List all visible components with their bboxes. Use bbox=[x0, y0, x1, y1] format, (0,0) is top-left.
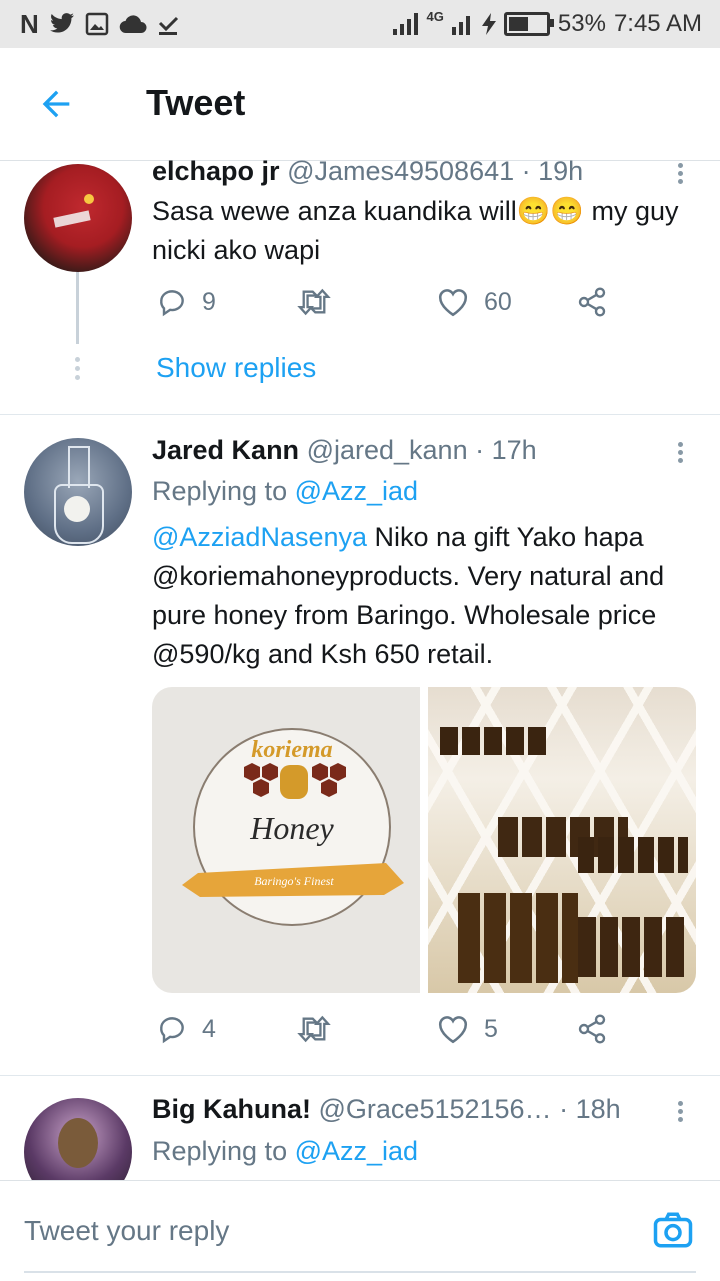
tweet-text: Sasa wewe anza kuandika will😁😁 my guy ni… bbox=[152, 192, 692, 270]
reply-composer: Tweet your reply bbox=[0, 1180, 720, 1281]
reply-count: 4 bbox=[202, 1014, 216, 1043]
display-name[interactable]: Jared Kann bbox=[152, 435, 299, 465]
like-button[interactable]: 5 bbox=[436, 1013, 498, 1045]
tweet-item[interactable]: Jared Kann @jared_kann · 17h Replying to… bbox=[0, 415, 720, 1075]
like-button[interactable]: 60 bbox=[436, 286, 512, 318]
tweet-item[interactable]: elchapo jr @James49508641 · 19h Sasa wew… bbox=[0, 156, 720, 415]
heart-icon bbox=[438, 1016, 468, 1044]
tweet-header: Big Kahuna! @Grace5152156… · 18h bbox=[152, 1094, 621, 1125]
clock: 7:45 AM bbox=[613, 10, 702, 37]
charging-icon bbox=[481, 13, 496, 35]
notification-n-icon: N bbox=[20, 9, 39, 39]
logo-banner: Baringo's Finest bbox=[254, 874, 334, 888]
status-bar: N 4G 53% 7:45 AM bbox=[0, 0, 720, 48]
reply-icon bbox=[160, 290, 184, 317]
reply-icon bbox=[160, 1017, 184, 1044]
reply-button[interactable]: 9 bbox=[156, 286, 216, 318]
retweet-button[interactable] bbox=[296, 286, 332, 318]
media-grid: koriema Honey Baringo's Finest bbox=[152, 687, 696, 993]
share-icon bbox=[578, 1014, 606, 1044]
tweet-text-part: Sasa wewe anza kuandika will bbox=[152, 196, 517, 226]
battery-icon bbox=[503, 12, 554, 36]
display-name[interactable]: Big Kahuna! bbox=[152, 1094, 311, 1124]
logo-subtitle: Honey bbox=[249, 810, 334, 846]
mention-link[interactable]: @AzziadNasenya bbox=[152, 522, 367, 552]
username[interactable]: @James49508641 bbox=[287, 156, 514, 186]
retweet-icon bbox=[297, 288, 331, 316]
logo-title: koriema bbox=[251, 737, 332, 763]
tweet-header: Jared Kann @jared_kann · 17h bbox=[152, 435, 537, 466]
cloud-icon bbox=[119, 15, 147, 34]
more-options-icon[interactable] bbox=[668, 160, 692, 190]
tweet-actions: 9 60 bbox=[152, 286, 632, 326]
tweet-item[interactable]: Big Kahuna! @Grace5152156… · 18h Replyin… bbox=[0, 1076, 720, 1180]
retweet-icon bbox=[297, 1015, 331, 1043]
reply-count: 9 bbox=[202, 287, 216, 316]
retweet-button[interactable] bbox=[296, 1013, 332, 1045]
twitter-icon bbox=[49, 13, 74, 33]
thread-dots bbox=[75, 357, 80, 384]
heart-icon bbox=[438, 289, 468, 317]
signal-icon bbox=[392, 13, 418, 35]
share-icon bbox=[578, 287, 606, 317]
composer-underline bbox=[24, 1271, 696, 1273]
media-image-logo[interactable]: koriema Honey Baringo's Finest bbox=[152, 687, 420, 993]
avatar[interactable] bbox=[24, 1098, 132, 1180]
timestamp: · 17h bbox=[475, 435, 537, 465]
tweet-header: elchapo jr @James49508641 · 19h bbox=[152, 156, 583, 187]
replying-to-link[interactable]: @Azz_iad bbox=[295, 1136, 418, 1166]
like-count: 5 bbox=[484, 1014, 498, 1043]
app-bar: Tweet bbox=[0, 48, 720, 161]
network-type: 4G bbox=[426, 8, 444, 24]
more-options-icon[interactable] bbox=[668, 1098, 692, 1128]
back-arrow-icon[interactable] bbox=[36, 84, 76, 124]
replying-to: Replying to @Azz_iad bbox=[152, 476, 418, 507]
tweet-actions: 4 5 bbox=[152, 1013, 632, 1053]
like-count: 60 bbox=[484, 287, 512, 316]
thread-line bbox=[76, 272, 79, 344]
share-button[interactable] bbox=[576, 1013, 608, 1045]
media-image-shelves[interactable] bbox=[428, 687, 696, 993]
avatar[interactable] bbox=[24, 438, 132, 546]
show-replies-link[interactable]: Show replies bbox=[156, 352, 316, 384]
username[interactable]: @Grace5152156… bbox=[319, 1094, 552, 1124]
gallery-icon bbox=[85, 12, 109, 36]
timestamp: · 18h bbox=[559, 1094, 621, 1124]
replying-to: Replying to @Azz_iad bbox=[152, 1136, 418, 1167]
battery-level: 53% bbox=[557, 10, 606, 37]
emoji: 😁😁 bbox=[516, 196, 584, 226]
more-options-icon[interactable] bbox=[668, 439, 692, 469]
replying-to-link[interactable]: @Azz_iad bbox=[295, 476, 418, 506]
share-button[interactable] bbox=[576, 286, 608, 318]
download-done-icon bbox=[158, 16, 178, 35]
username[interactable]: @jared_kann bbox=[307, 435, 468, 465]
replying-to-label: Replying to bbox=[152, 1136, 295, 1166]
timestamp: · 19h bbox=[521, 156, 584, 186]
camera-icon[interactable] bbox=[652, 1209, 694, 1251]
koriema-honey-logo: koriema Honey Baringo's Finest bbox=[182, 728, 404, 926]
avatar[interactable] bbox=[24, 164, 132, 272]
reply-button[interactable]: 4 bbox=[156, 1013, 216, 1045]
reply-input[interactable]: Tweet your reply bbox=[24, 1215, 229, 1247]
tweet-text: @AzziadNasenya Niko na gift Yako hapa @k… bbox=[152, 518, 692, 674]
display-name[interactable]: elchapo jr bbox=[152, 156, 280, 186]
replying-to-label: Replying to bbox=[152, 476, 295, 506]
page-title: Tweet bbox=[146, 82, 246, 123]
signal-icon-2 bbox=[451, 16, 470, 35]
